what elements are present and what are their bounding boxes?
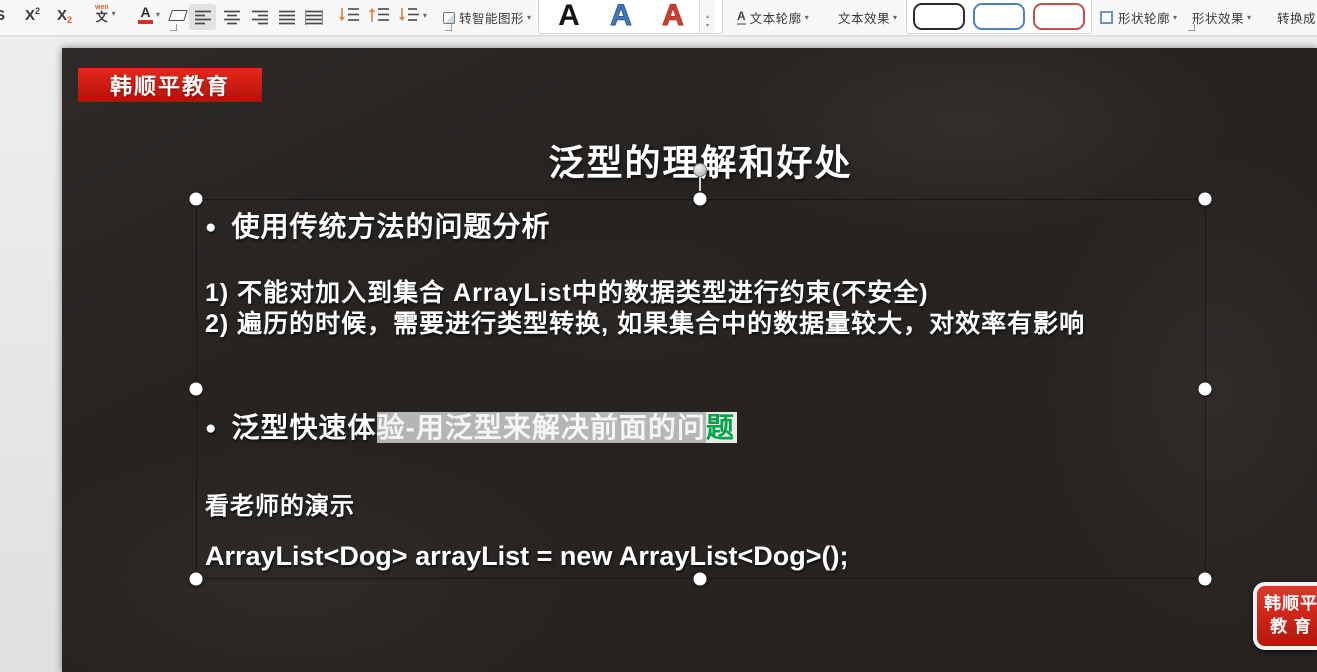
- line-spacing-decrease-button[interactable]: [338, 6, 360, 24]
- line-spacing-increase-button[interactable]: [368, 6, 390, 24]
- shape-style-black[interactable]: [913, 3, 965, 30]
- strikethrough-icon: S: [0, 7, 5, 24]
- numbered-point-2[interactable]: 2) 遍历的时候，需要进行类型转换, 如果集合中的数据量较大，对效率有影响: [205, 309, 1085, 340]
- wordart-style-red[interactable]: A: [647, 0, 699, 33]
- ribbon-toolbar: S X2 X2 wen 文 ▾ A ▾: [0, 0, 1317, 36]
- clear-format-button[interactable]: [168, 10, 188, 21]
- subscript-button[interactable]: X2: [57, 7, 73, 25]
- align-center-button[interactable]: [218, 4, 245, 30]
- textbox-selection-border[interactable]: [196, 199, 1206, 579]
- shape-outline-icon: [1100, 11, 1113, 24]
- phonetic-icon: wen 文: [95, 4, 109, 24]
- selected-text-highlight: 验-用泛型来解决前面的问: [376, 412, 706, 443]
- chevron-down-icon: ▾: [156, 10, 161, 19]
- font-color-icon: A: [138, 5, 153, 24]
- strikethrough-button[interactable]: S: [0, 7, 5, 24]
- align-right-icon: [251, 10, 268, 25]
- shape-group-dialog-launcher[interactable]: [1188, 24, 1195, 31]
- phonetic-guide-button[interactable]: wen 文 ▾: [95, 4, 116, 23]
- align-right-button[interactable]: [246, 4, 273, 30]
- corner-brand-badge: 韩顺平 教 育: [1253, 582, 1317, 650]
- selection-handle-bottom-left[interactable]: [189, 572, 203, 586]
- eraser-icon: [168, 10, 188, 21]
- bullet-line-2[interactable]: ● 泛型快速体验-用泛型来解决前面的问题: [205, 406, 737, 446]
- demo-line[interactable]: 看老师的演示: [205, 486, 355, 521]
- paragraph-group-dialog-launcher[interactable]: [445, 24, 452, 31]
- text-outline-icon: A: [737, 9, 746, 26]
- wordart-gallery[interactable]: A A A ▴ ▾: [538, 0, 723, 34]
- rotate-handle-stem: [699, 176, 701, 191]
- line-spacing-icon: [399, 8, 419, 21]
- line-spacing-decrease-icon: [339, 8, 359, 21]
- text-outline-button[interactable]: A 文本轮廓 ▾: [737, 8, 809, 27]
- selection-handle-top-right[interactable]: [1198, 192, 1212, 206]
- chevron-down-icon: ▾: [1173, 13, 1178, 22]
- selection-handle-middle-left[interactable]: [189, 382, 203, 396]
- selection-handle-top-left[interactable]: [189, 192, 203, 206]
- bullet-icon: ●: [205, 217, 218, 238]
- smart-graphic-icon: [443, 11, 455, 24]
- code-line[interactable]: ArrayList<Dog> arrayList = new ArrayList…: [205, 541, 848, 572]
- shape-style-blue[interactable]: [973, 3, 1025, 30]
- chevron-down-icon: ▾: [527, 13, 532, 22]
- chevron-down-icon: ▾: [804, 13, 809, 22]
- shape-style-gallery[interactable]: [906, 0, 1092, 34]
- align-justify-icon: [278, 10, 295, 25]
- font-group-dialog-launcher[interactable]: [170, 24, 177, 31]
- align-justify-button[interactable]: [273, 4, 300, 30]
- superscript-button[interactable]: X2: [25, 5, 41, 25]
- bullet-line-2-normal: 泛型快速体: [231, 412, 377, 443]
- selection-handle-top-center[interactable]: [693, 192, 707, 206]
- convert-to-button[interactable]: 转换成: [1277, 8, 1316, 27]
- line-spacing-increase-icon: [369, 8, 389, 22]
- chevron-down-icon: ▾: [111, 9, 116, 18]
- ime-composing-char: 题: [705, 412, 737, 443]
- superscript-icon: 2: [35, 5, 41, 16]
- selection-handle-bottom-right[interactable]: [1198, 572, 1212, 586]
- bullet-line-1[interactable]: ● 使用传统方法的问题分析: [205, 205, 551, 245]
- align-left-icon: [194, 10, 211, 25]
- shape-outline-button[interactable]: 形状轮廓 ▾: [1100, 8, 1177, 27]
- gallery-scrollbar[interactable]: ▴ ▾: [699, 0, 715, 33]
- align-center-icon: [223, 10, 240, 25]
- convert-smart-graphic-button[interactable]: 转智能图形 ▾: [443, 8, 531, 27]
- rotate-handle[interactable]: [693, 163, 707, 177]
- text-effects-button[interactable]: 文本效果 ▾: [838, 8, 897, 27]
- subscript-icon: 2: [67, 14, 73, 25]
- scroll-up-icon[interactable]: ▴: [706, 13, 709, 23]
- align-distribute-icon: [304, 10, 323, 25]
- shape-style-red[interactable]: [1033, 3, 1085, 30]
- brand-badge: 韩顺平教育: [78, 68, 262, 102]
- wordart-style-black[interactable]: A: [543, 0, 595, 33]
- align-distribute-button[interactable]: [300, 4, 327, 30]
- line-spacing-options-button[interactable]: ▾: [398, 6, 427, 24]
- corner-badge-line2: 教 育: [1270, 617, 1312, 636]
- wordart-style-blue[interactable]: A: [595, 0, 647, 33]
- slide-canvas[interactable]: 韩顺平教育 泛型的理解和好处 ●使用传统方法的问题分析 1) 不能对加入到集合 …: [62, 48, 1317, 672]
- bullet-line-1-text: 使用传统方法的问题分析: [231, 211, 551, 242]
- font-color-button[interactable]: A ▾: [138, 5, 160, 24]
- chevron-down-icon: ▾: [893, 13, 898, 22]
- numbered-point-1[interactable]: 1) 不能对加入到集合 ArrayList中的数据类型进行约束(不安全): [205, 278, 929, 309]
- selection-handle-bottom-center[interactable]: [693, 572, 707, 586]
- shape-effects-button[interactable]: 形状效果 ▾: [1192, 8, 1251, 27]
- corner-badge-line1: 韩顺平: [1264, 594, 1317, 614]
- scroll-down-icon[interactable]: ▾: [706, 22, 709, 32]
- bullet-icon: ●: [205, 418, 218, 439]
- chevron-down-icon: ▾: [1247, 13, 1252, 22]
- chevron-down-icon: ▾: [423, 10, 428, 20]
- selection-handle-middle-right[interactable]: [1198, 382, 1212, 396]
- align-left-button[interactable]: [189, 4, 216, 30]
